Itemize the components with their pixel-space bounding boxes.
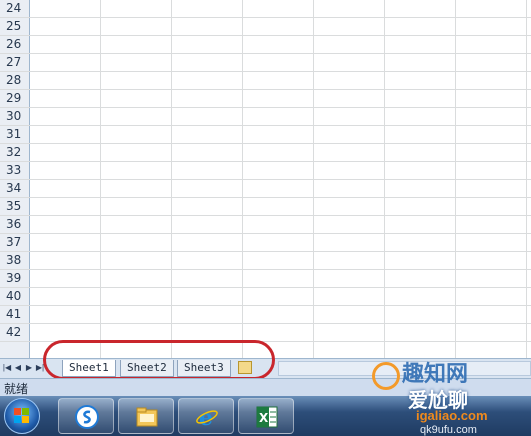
row-header[interactable]: 30 [0,108,30,125]
sheet-row[interactable]: 27 [0,54,531,72]
row-header[interactable]: 27 [0,54,30,71]
row-header[interactable]: 39 [0,270,30,287]
row-header[interactable]: 38 [0,252,30,269]
sheet-row[interactable]: 31 [0,126,531,144]
sheet-row[interactable]: 26 [0,36,531,54]
last-sheet-icon[interactable]: ▶| [35,362,45,374]
row-header[interactable]: 24 [0,0,30,17]
prev-sheet-icon[interactable]: ◀ [13,362,23,374]
horizontal-scrollbar[interactable] [278,361,531,376]
taskbar: e X [0,396,531,436]
insert-sheet-icon[interactable] [238,361,252,374]
taskbar-file-explorer[interactable] [118,398,174,434]
sheet-row[interactable]: 29 [0,90,531,108]
sheet-row[interactable]: 42 [0,324,531,342]
row-header[interactable]: 35 [0,198,30,215]
row-header[interactable]: 41 [0,306,30,323]
sheet-row[interactable]: 32 [0,144,531,162]
taskbar-sogou-browser[interactable] [58,398,114,434]
first-sheet-icon[interactable]: |◀ [2,362,12,374]
taskbar-internet-explorer[interactable]: e [178,398,234,434]
taskbar-excel[interactable]: X [238,398,294,434]
start-button[interactable] [4,398,40,434]
sheet-row[interactable]: 37 [0,234,531,252]
sheet-row[interactable]: 40 [0,288,531,306]
sheet-row[interactable]: 35 [0,198,531,216]
tab-sheet3[interactable]: Sheet3 [177,360,231,377]
sheet-row[interactable]: 39 [0,270,531,288]
row-header[interactable]: 37 [0,234,30,251]
row-header[interactable]: 28 [0,72,30,89]
sheet-row[interactable]: 24 [0,0,531,18]
sheet-row[interactable] [0,342,531,358]
row-header[interactable]: 34 [0,180,30,197]
row-header[interactable]: 31 [0,126,30,143]
sheet-row[interactable]: 41 [0,306,531,324]
folder-icon [136,407,158,427]
row-header[interactable]: 25 [0,18,30,35]
sheet-row[interactable]: 28 [0,72,531,90]
row-header[interactable]: 32 [0,144,30,161]
status-bar: 就绪 [0,378,531,396]
internet-explorer-icon: e [196,405,218,429]
excel-icon: X [256,406,278,428]
tab-sheet2[interactable]: Sheet2 [120,360,174,377]
sogou-browser-icon [75,405,99,429]
row-header[interactable]: 40 [0,288,30,305]
sheet-row[interactable]: 33 [0,162,531,180]
sheet-row[interactable]: 30 [0,108,531,126]
row-header[interactable]: 36 [0,216,30,233]
sheet-row[interactable]: 34 [0,180,531,198]
row-header[interactable]: 29 [0,90,30,107]
row-header[interactable]: 33 [0,162,30,179]
sheet-tab-bar: |◀ ◀ ▶ ▶| Sheet1 Sheet2 Sheet3 [0,358,531,378]
tab-sheet1[interactable]: Sheet1 [62,360,116,377]
sheet-row[interactable]: 25 [0,18,531,36]
svg-text:e: e [199,405,213,429]
row-header[interactable]: 26 [0,36,30,53]
row-header[interactable] [0,342,30,358]
sheet-row[interactable]: 38 [0,252,531,270]
spreadsheet-grid[interactable]: 24 25 26 27 28 29 30 31 32 33 34 35 36 3… [0,0,531,358]
windows-logo-icon [14,408,30,424]
next-sheet-icon[interactable]: ▶ [24,362,34,374]
svg-text:X: X [259,411,269,425]
sheet-row[interactable]: 36 [0,216,531,234]
row-header[interactable]: 42 [0,324,30,341]
status-text: 就绪 [4,382,29,396]
